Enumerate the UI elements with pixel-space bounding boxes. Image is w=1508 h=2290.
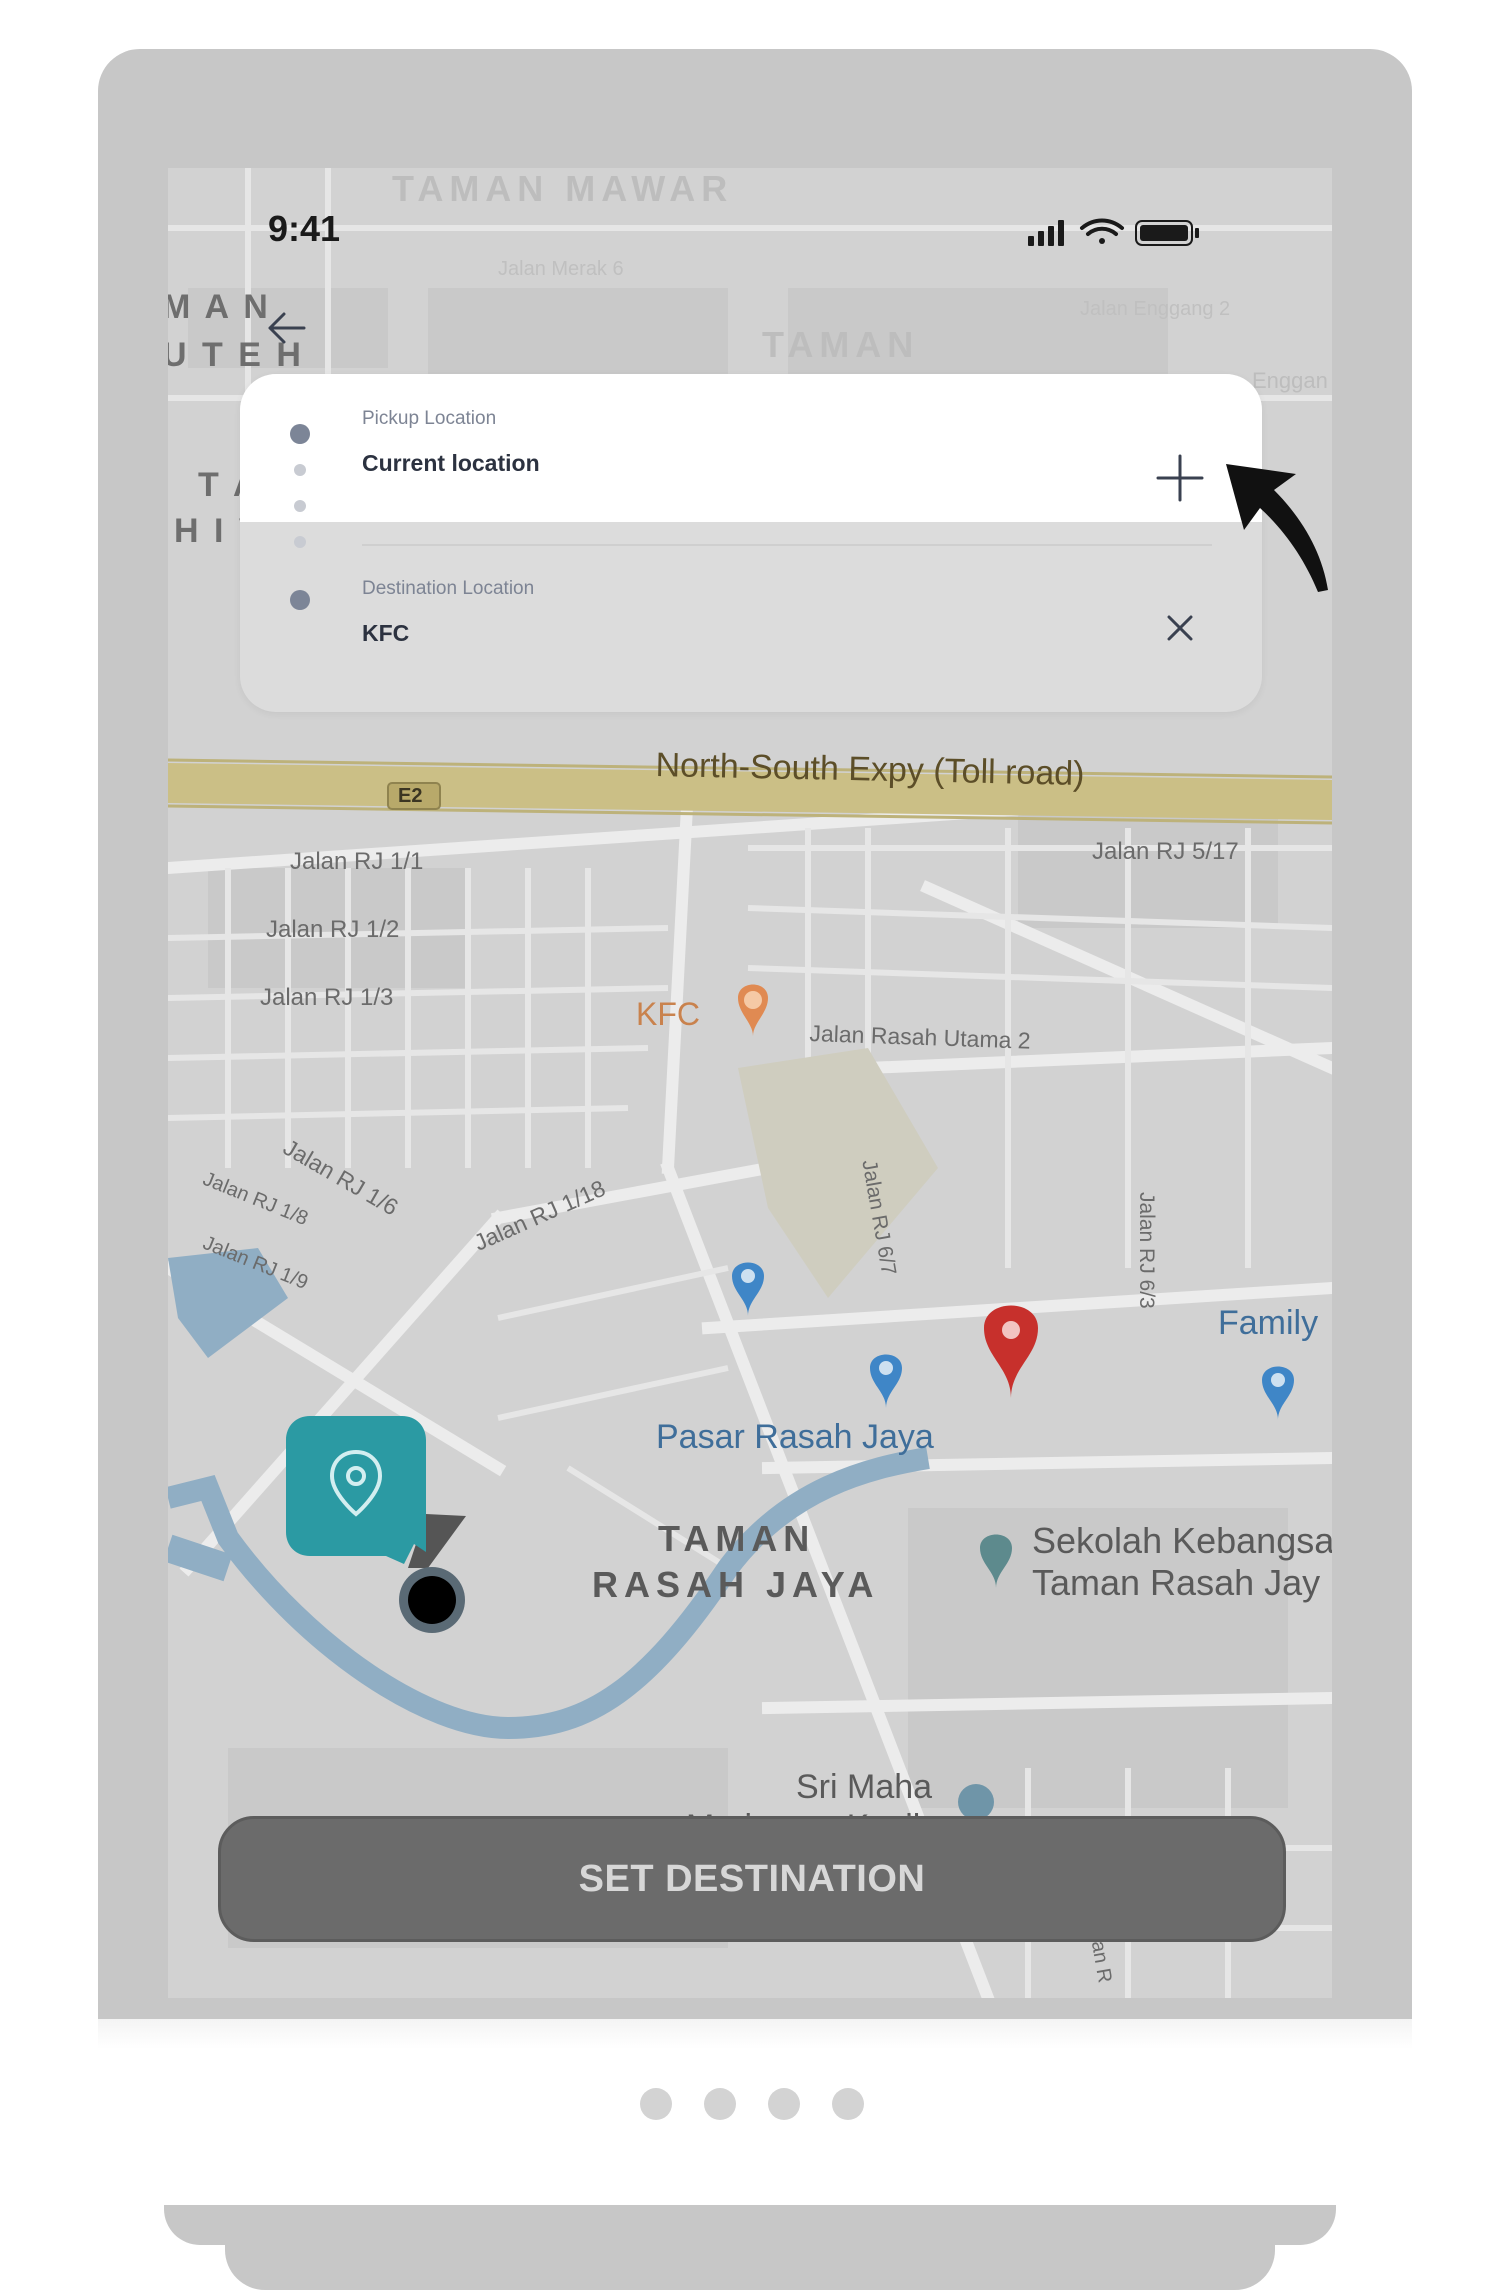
map-label-family: Family — [1218, 1304, 1319, 1342]
map-label-sekolah-1: Sekolah Kebangsa — [1032, 1520, 1332, 1561]
map-label-rj-6-3: Jalan RJ 6/3 — [1135, 1192, 1158, 1309]
device-shadow — [98, 2019, 1412, 2049]
route-dot — [294, 464, 306, 476]
set-destination-button[interactable]: SET DESTINATION — [218, 1816, 1286, 1942]
page-dot[interactable] — [704, 2088, 736, 2120]
plus-icon — [1156, 454, 1204, 502]
device-base — [164, 2205, 1336, 2245]
status-time: 9:41 — [268, 208, 341, 249]
map-label-taman-rasah-2: RASAH JAYA — [592, 1564, 880, 1605]
status-icons — [1028, 216, 1208, 255]
phone-screen: TAMAN MAWAR Jalan Merak 6 Jalan Enggang … — [168, 168, 1332, 1998]
signal-icon — [1028, 220, 1064, 246]
map-label-sri-maha: Sri Maha — [796, 1768, 933, 1806]
map-label-enggan: Enggan — [1252, 368, 1328, 393]
destination-dot — [290, 590, 310, 610]
map-label-jalan-enggang: Jalan Enggang 2 — [1080, 298, 1231, 320]
pickup-value[interactable]: Current location — [362, 450, 540, 477]
back-button[interactable] — [256, 298, 316, 358]
location-pin-icon[interactable] — [286, 1416, 486, 1616]
status-bar: 9:41 — [268, 202, 1268, 262]
close-icon — [1167, 615, 1193, 641]
map-label-sekolah-2: Taman Rasah Jay — [1032, 1562, 1321, 1603]
wifi-icon — [1080, 218, 1124, 244]
arrow-pointer-icon — [1226, 464, 1328, 592]
route-dot — [294, 536, 306, 548]
battery-icon — [1135, 220, 1199, 246]
location-card: Pickup Location Current location Destina… — [240, 374, 1262, 712]
pickup-row[interactable]: Pickup Location Current location — [240, 374, 1262, 522]
page-dot[interactable] — [640, 2088, 672, 2120]
map-label-taman-rasah-1: TAMAN — [658, 1518, 816, 1559]
map-label-rj-1-1: Jalan RJ 1/1 — [290, 848, 424, 875]
map-label-kfc: KFC — [636, 996, 700, 1032]
page-indicator — [640, 2088, 880, 2120]
map-label-e2: E2 — [398, 785, 423, 807]
remove-destination-button[interactable] — [1150, 598, 1210, 658]
page-dot[interactable] — [832, 2088, 864, 2120]
map-label-rj-1-2: Jalan RJ 1/2 — [266, 916, 400, 943]
add-stop-button[interactable] — [1150, 448, 1210, 508]
map-label-rj-5-17: Jalan RJ 5/17 — [1092, 838, 1239, 865]
arrow-left-icon — [268, 312, 306, 344]
page-dot[interactable] — [768, 2088, 800, 2120]
pickup-label: Pickup Location — [362, 408, 497, 429]
map-label-pasar: Pasar Rasah Jaya — [656, 1418, 934, 1456]
route-dot — [294, 500, 306, 512]
destination-label: Destination Location — [362, 578, 535, 599]
map-label-taman-top: TAMAN — [762, 324, 920, 365]
destination-value[interactable]: KFC — [362, 620, 409, 647]
device-stand — [225, 2245, 1275, 2290]
divider — [362, 544, 1212, 546]
pickup-dot — [290, 424, 310, 444]
map-label-rj-1-3: Jalan RJ 1/3 — [260, 984, 394, 1011]
